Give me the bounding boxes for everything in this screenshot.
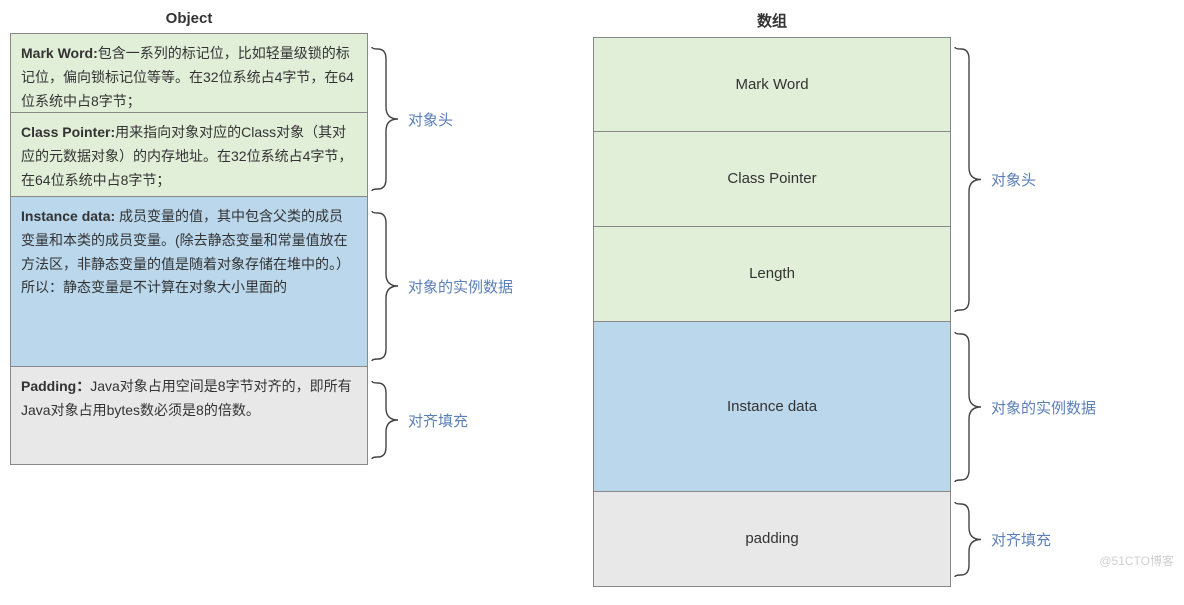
array-bracket-1: 对象的实例数据 — [951, 322, 1096, 492]
array-column: 数组 Mark Word Class Pointer Length Instance … — [593, 10, 951, 587]
array-boxes: Mark Word Class Pointer Length Instance dat… — [593, 37, 951, 587]
array-box-3: Instance data — [593, 322, 951, 492]
object-bracket-label-2: 对齐填充 — [402, 410, 468, 431]
object-box-label-3: Padding： — [21, 378, 90, 394]
array-bracket-label-0: 对象头 — [985, 169, 1036, 190]
object-bracket-label-1: 对象的实例数据 — [402, 276, 513, 297]
object-box-label-0: Mark Word: — [21, 45, 98, 61]
array-box-4: padding — [593, 492, 951, 587]
object-boxes: Mark Word:包含一系列的标记位，比如轻量级锁的标记位，偏向锁标记位等等。… — [10, 33, 368, 465]
array-box-text-4: padding — [745, 526, 798, 552]
array-brackets: 对象头 对象的实例数据 对齐填充 — [951, 37, 1096, 587]
array-box-0: Mark Word — [593, 37, 951, 132]
object-column: Object Mark Word:包含一系列的标记位，比如轻量级锁的标记位，偏向… — [10, 10, 368, 465]
object-box-2: Instance data: 成员变量的值，其中包含父类的成员变量和本类的成员变… — [10, 197, 368, 367]
array-box-2: Length — [593, 227, 951, 322]
array-box-text-1: Class Pointer — [727, 166, 816, 192]
object-box-0: Mark Word:包含一系列的标记位，比如轻量级锁的标记位，偏向锁标记位等等。… — [10, 33, 368, 113]
object-bracket-0: 对象头 — [368, 37, 513, 201]
object-box-1: Class Pointer:用来指向对象对应的Class对象（其对应的元数据对象… — [10, 113, 368, 197]
array-title: 数组 — [593, 10, 951, 31]
array-box-text-0: Mark Word — [735, 72, 808, 98]
array-bracket-0: 对象头 — [951, 37, 1096, 322]
object-box-3: Padding：Java对象占用空间是8字节对齐的，即所有Java对象占用byt… — [10, 367, 368, 465]
array-box-1: Class Pointer — [593, 132, 951, 227]
object-title: Object — [10, 10, 368, 27]
object-box-label-2: Instance data: — [21, 208, 115, 224]
array-bracket-label-1: 对象的实例数据 — [985, 397, 1096, 418]
object-bracket-1: 对象的实例数据 — [368, 201, 513, 371]
array-bracket-label-2: 对齐填充 — [985, 529, 1051, 550]
object-brackets: 对象头 对象的实例数据 对齐填充 — [368, 37, 513, 469]
diagram-root: Object Mark Word:包含一系列的标记位，比如轻量级锁的标记位，偏向… — [10, 10, 1174, 587]
object-bracket-label-0: 对象头 — [402, 109, 453, 130]
object-bracket-2: 对齐填充 — [368, 371, 513, 469]
array-box-text-2: Length — [749, 261, 795, 287]
array-box-text-3: Instance data — [727, 394, 817, 420]
object-box-label-1: Class Pointer: — [21, 124, 115, 140]
array-bracket-2: 对齐填充 — [951, 492, 1096, 587]
